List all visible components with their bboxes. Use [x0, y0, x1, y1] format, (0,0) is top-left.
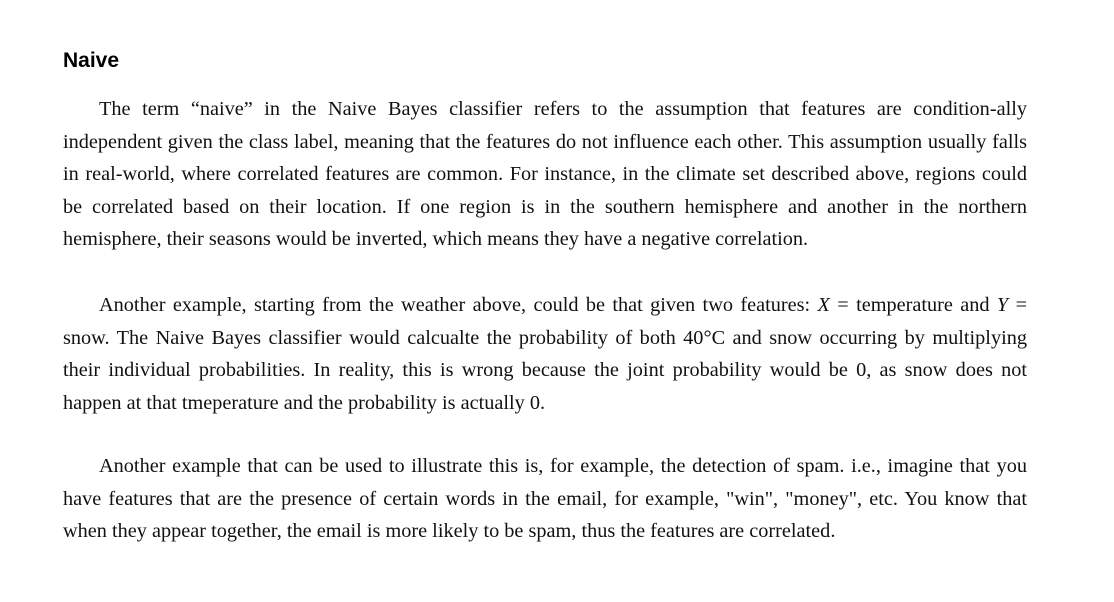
math-variable-y: Y [996, 294, 1009, 316]
paragraph-text: = temperature and [829, 294, 997, 316]
section-heading: Naive [63, 49, 120, 72]
paragraph-weather-example: Another example, starting from the weath… [63, 289, 1027, 419]
paragraph-text: Another example, starting from the weath… [99, 294, 818, 316]
math-variable-x: X [817, 294, 830, 316]
paragraph-naive-definition: The term “naive” in the Naive Bayes clas… [63, 98, 1027, 251]
paragraph-spam-example: Another example that can be used to illu… [63, 455, 1027, 543]
